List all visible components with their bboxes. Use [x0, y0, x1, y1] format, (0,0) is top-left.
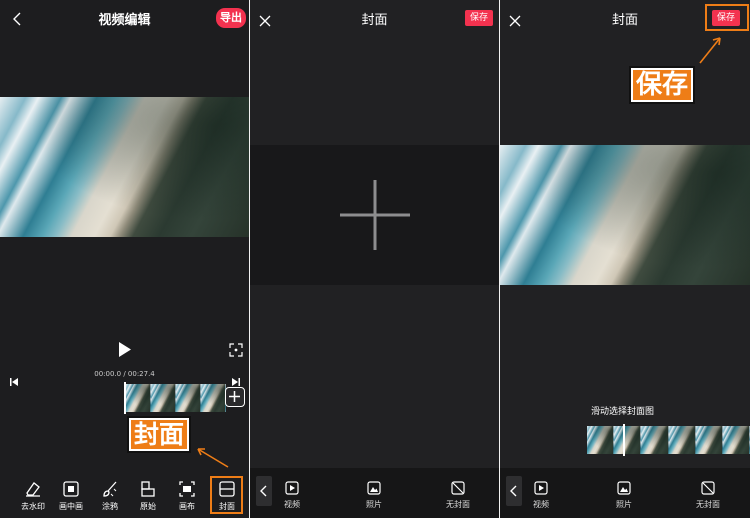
video-icon [285, 481, 299, 495]
toolbar-label: 涂鸦 [102, 502, 118, 511]
slide-hint: 滑动选择封面图 [591, 407, 655, 417]
cover-preview [500, 145, 750, 285]
cover-callout: 封面 [126, 416, 192, 453]
cover-top-bar: 封面 保存 [250, 0, 499, 36]
video-icon [534, 481, 548, 495]
no-cover-icon [451, 481, 465, 495]
photo-icon [367, 481, 381, 495]
callout-arrow [699, 37, 721, 64]
plus-icon [340, 180, 410, 250]
collapse-button[interactable] [256, 476, 272, 506]
video-editor-screen: 视频编辑 导出 00:00.0 / 00:27.4 封面 去水印 画中画 涂鸦 … [0, 0, 249, 518]
editor-top-bar: 视频编辑 导出 [0, 0, 249, 36]
time-separator: / [121, 370, 128, 378]
option-label: 照片 [616, 500, 632, 509]
option-label: 无封面 [446, 500, 470, 509]
option-label: 照片 [366, 500, 382, 509]
cover-placeholder[interactable] [250, 145, 499, 285]
cover-frame-strip[interactable] [587, 426, 750, 454]
cover-empty-screen: 封面 保存 视频 照片 无封面 [250, 0, 499, 518]
page-title: 视频编辑 [98, 13, 151, 28]
option-video[interactable]: 视频 [272, 481, 312, 510]
brush-icon [103, 481, 117, 497]
original-icon [141, 481, 155, 497]
option-label: 视频 [284, 500, 300, 509]
toolbar-canvas[interactable]: 画布 [169, 480, 205, 512]
save-highlight-box [705, 4, 749, 31]
option-photo[interactable]: 照片 [354, 481, 394, 510]
toolbar-original[interactable]: 原始 [130, 480, 166, 512]
cover-video-screen: 封面 保存 保存 滑动选择封面图 视频 照片 无封面 [500, 0, 750, 518]
option-label: 无封面 [696, 500, 720, 509]
toolbar-label: 原始 [140, 502, 156, 511]
time-current: 00:00.0 [94, 370, 122, 378]
fullscreen-icon[interactable] [229, 342, 243, 361]
toolbar-picture-in-picture[interactable]: 画中画 [53, 480, 89, 512]
photo-icon [617, 481, 631, 495]
cover-highlight-box [210, 476, 243, 514]
toolbar-doodle[interactable]: 涂鸦 [92, 480, 128, 512]
option-label: 视频 [533, 500, 549, 509]
option-photo[interactable]: 照片 [604, 481, 644, 510]
toolbar-label: 画中画 [59, 502, 83, 511]
export-button[interactable]: 导出 [216, 8, 246, 28]
cover-options-bar: 视频 照片 无封面 [500, 468, 750, 518]
callout-arrow [197, 448, 229, 468]
eraser-icon [26, 482, 40, 497]
video-preview [0, 97, 249, 237]
timeline-thumbnails[interactable] [126, 384, 226, 412]
save-button[interactable]: 保存 [464, 10, 493, 26]
option-no-cover[interactable]: 无封面 [688, 481, 728, 510]
time-total: 00:27.4 [127, 370, 155, 378]
play-icon[interactable] [118, 342, 132, 361]
timecode: 00:00.0 / 00:27.4 [0, 370, 249, 378]
page-title: 封面 [361, 13, 388, 28]
save-callout: 保存 [628, 66, 696, 104]
cover-options-bar: 视频 照片 无封面 [250, 468, 499, 518]
no-cover-icon [701, 481, 715, 495]
collapse-button[interactable] [506, 476, 522, 506]
toolbar-remove-watermark[interactable]: 去水印 [15, 480, 51, 512]
option-video[interactable]: 视频 [521, 481, 561, 510]
add-clip-icon[interactable] [225, 387, 245, 407]
toolbar-label: 画布 [179, 502, 195, 511]
chevron-left-icon [260, 485, 267, 497]
frame-selector-handle[interactable] [623, 424, 625, 456]
canvas-icon [179, 481, 195, 497]
toolbar-label: 去水印 [21, 502, 45, 511]
chevron-left-icon [510, 485, 517, 497]
option-no-cover[interactable]: 无封面 [438, 481, 478, 510]
pip-icon [63, 481, 79, 497]
